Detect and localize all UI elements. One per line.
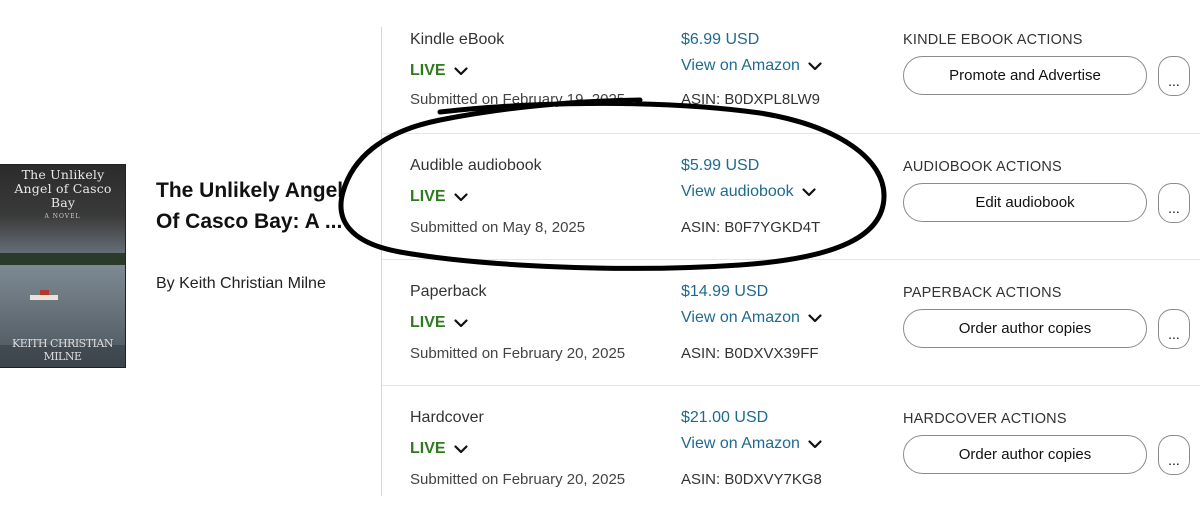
format-row-audiobook: Audible audiobook LIVE Submitted on May … — [382, 133, 1200, 260]
chevron-down-icon — [453, 192, 468, 201]
chevron-down-icon — [453, 444, 468, 453]
promote-and-advertise-button[interactable]: Promote and Advertise — [903, 56, 1147, 95]
submitted-date: Submitted on February 19, 2025 — [410, 91, 626, 108]
chevron-down-icon — [802, 187, 816, 196]
actions-heading: KINDLE EBOOK ACTIONS — [903, 32, 1083, 48]
book-author: By Keith Christian Milne — [156, 275, 326, 292]
view-link-label: View on Amazon — [681, 435, 800, 452]
cover-title: The Unlikely Angel of Casco Bay — [14, 167, 112, 210]
asin: ASIN: B0DXVY7KG8 — [681, 471, 822, 488]
format-name: Hardcover — [410, 409, 484, 426]
chevron-down-icon — [808, 439, 822, 448]
submitted-date: Submitted on February 20, 2025 — [410, 471, 626, 488]
view-on-amazon-link[interactable]: View on Amazon — [681, 435, 822, 453]
book-title[interactable]: The Unlikely Angel Of Casco Bay: A ... — [156, 175, 366, 237]
cover-author: KEITH CHRISTIAN MILNE — [12, 337, 113, 363]
price: $5.99 USD — [681, 157, 760, 174]
view-on-amazon-link[interactable]: View on Amazon — [681, 309, 822, 327]
bookshelf-page: The Unlikely Angel of Casco Bay A NOVEL … — [0, 0, 1200, 522]
status-label: LIVE — [410, 62, 446, 79]
view-link-label: View on Amazon — [681, 309, 800, 326]
view-on-amazon-link[interactable]: View on Amazon — [681, 57, 822, 75]
format-name: Audible audiobook — [410, 157, 542, 174]
order-author-copies-button[interactable]: Order author copies — [903, 435, 1147, 474]
status-dropdown[interactable]: LIVE — [410, 440, 468, 458]
view-link-label: View on Amazon — [681, 57, 800, 74]
edit-audiobook-button[interactable]: Edit audiobook — [903, 183, 1147, 222]
more-options-button[interactable]: ... — [1158, 435, 1190, 475]
status-dropdown[interactable]: LIVE — [410, 188, 468, 206]
view-link-label: View audiobook — [681, 183, 794, 200]
submitted-date: Submitted on February 20, 2025 — [410, 345, 626, 362]
price: $21.00 USD — [681, 409, 769, 426]
status-label: LIVE — [410, 440, 446, 457]
price: $6.99 USD — [681, 31, 760, 48]
book-cover-image[interactable]: The Unlikely Angel of Casco Bay A NOVEL … — [0, 164, 126, 368]
status-dropdown[interactable]: LIVE — [410, 62, 468, 80]
boat-illustration — [30, 290, 58, 300]
submitted-date: Submitted on May 8, 2025 — [410, 219, 586, 236]
cover-water — [0, 265, 125, 345]
asin: ASIN: B0DXVX39FF — [681, 345, 819, 362]
actions-heading: PAPERBACK ACTIONS — [903, 285, 1062, 301]
chevron-down-icon — [453, 66, 468, 75]
format-row-paperback: Paperback LIVE Submitted on February 20,… — [382, 259, 1200, 386]
more-options-button[interactable]: ... — [1158, 183, 1190, 223]
status-label: LIVE — [410, 188, 446, 205]
chevron-down-icon — [808, 313, 822, 322]
view-audiobook-link[interactable]: View audiobook — [681, 183, 816, 201]
actions-heading: AUDIOBOOK ACTIONS — [903, 159, 1062, 175]
chevron-down-icon — [453, 318, 468, 327]
more-options-button[interactable]: ... — [1158, 309, 1190, 349]
cover-subtitle: A NOVEL — [44, 213, 81, 220]
price: $14.99 USD — [681, 283, 769, 300]
chevron-down-icon — [808, 61, 822, 70]
asin: ASIN: B0DXPL8LW9 — [681, 91, 820, 108]
order-author-copies-button[interactable]: Order author copies — [903, 309, 1147, 348]
status-label: LIVE — [410, 314, 446, 331]
format-name: Paperback — [410, 283, 487, 300]
format-name: Kindle eBook — [410, 31, 505, 48]
cover-treeline — [0, 253, 125, 265]
format-row-hardcover: Hardcover LIVE Submitted on February 20,… — [382, 385, 1200, 512]
status-dropdown[interactable]: LIVE — [410, 314, 468, 332]
more-options-button[interactable]: ... — [1158, 56, 1190, 96]
asin: ASIN: B0F7YGKD4T — [681, 219, 821, 236]
actions-heading: HARDCOVER ACTIONS — [903, 411, 1067, 427]
